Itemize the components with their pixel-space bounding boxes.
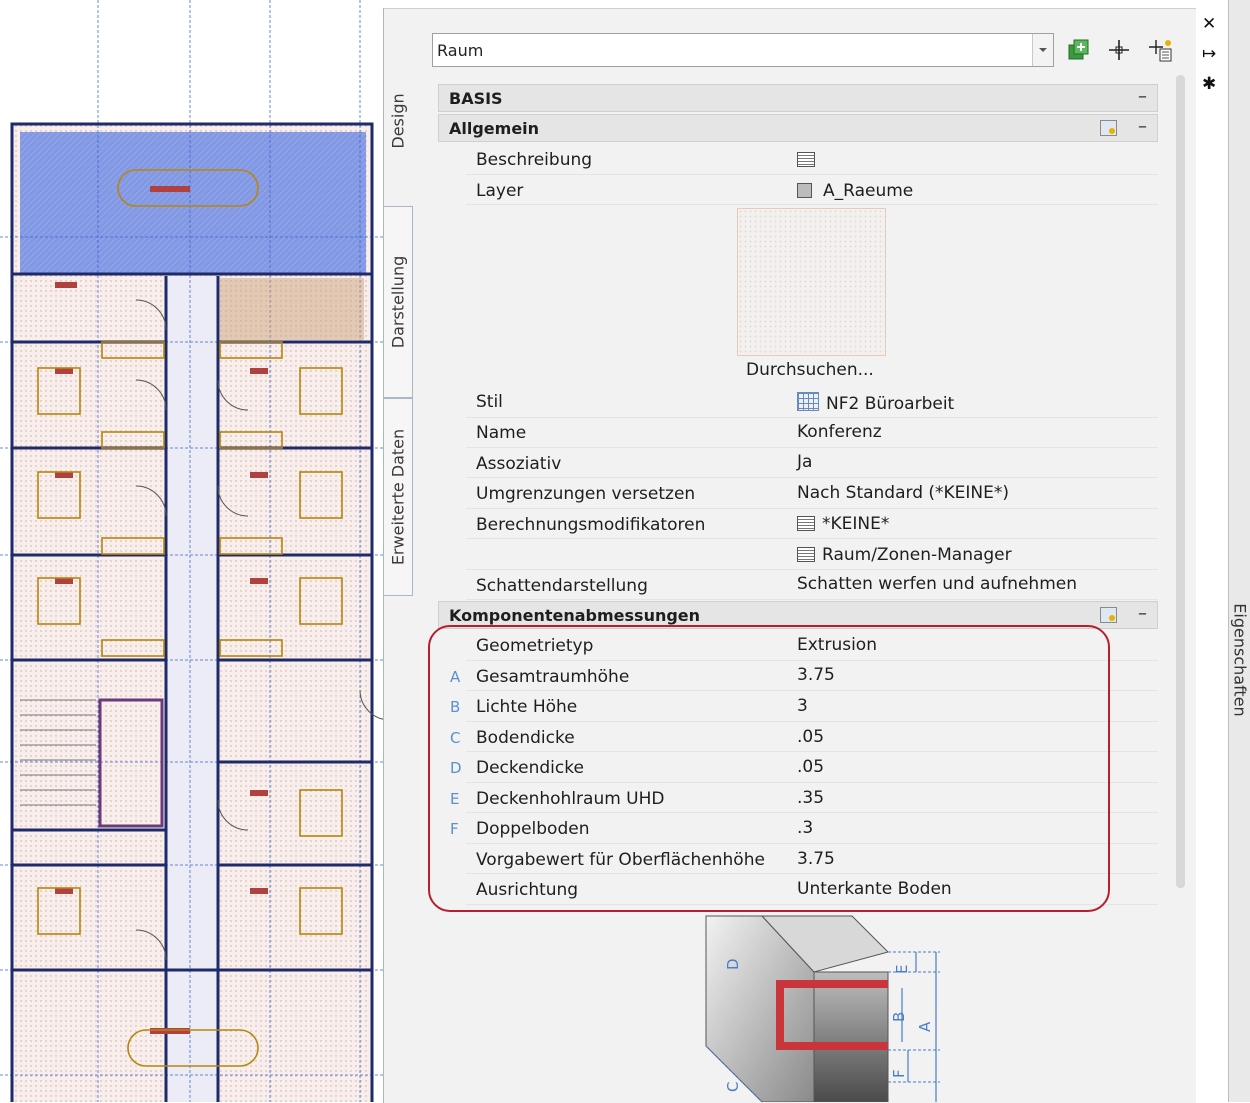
diagram-label: C	[724, 1082, 742, 1092]
section-general[interactable]: Allgemein –	[438, 114, 1158, 142]
list-icon	[797, 547, 815, 562]
dimension-label: Deckendicke	[476, 758, 584, 778]
manager-value[interactable]: Raum/Zonen-Manager	[797, 545, 1012, 565]
dimension-letter: A	[450, 668, 461, 686]
dimension-label: Geometrietyp	[476, 636, 594, 656]
associative-label: Assoziativ	[476, 454, 562, 474]
dimension-value[interactable]: .3	[797, 818, 813, 838]
description-label: Beschreibung	[476, 150, 593, 170]
dimension-letter: E	[450, 790, 460, 808]
dimension-value[interactable]: .35	[797, 788, 824, 808]
diagram-label: B	[890, 1012, 908, 1022]
layer-value[interactable]: A_Raeume	[797, 181, 913, 201]
dimension-letter: F	[450, 820, 459, 838]
name-value[interactable]: Konferenz	[797, 422, 882, 442]
settings-icon[interactable]: ✱	[1202, 74, 1216, 94]
dimension-label: Vorgabewert für Oberflächenhöhe	[476, 850, 765, 870]
dimension-label: Gesamtraumhöhe	[476, 667, 630, 687]
add-style-icon[interactable]	[1064, 36, 1092, 64]
floor-plan-drawing[interactable]	[0, 0, 420, 1102]
select-objects-icon[interactable]	[1105, 36, 1133, 64]
floor-plan-canvas[interactable]	[0, 0, 420, 1102]
diagram-label: F	[890, 1069, 908, 1078]
section-component-dimensions[interactable]: Komponentenabmessungen –	[438, 601, 1158, 629]
associative-value[interactable]: Ja	[797, 452, 812, 472]
section-basis[interactable]: BASIS –	[438, 84, 1158, 112]
dimension-value[interactable]: Extrusion	[797, 635, 877, 655]
browse-link[interactable]: Durchsuchen...	[746, 360, 874, 380]
auto-hide-icon[interactable]: ↦	[1202, 44, 1216, 64]
edit-text-icon	[797, 152, 815, 167]
shadow-label: Schattendarstellung	[476, 576, 648, 596]
name-label: Name	[476, 423, 527, 443]
palette-title-bar[interactable]: Eigenschaften	[1228, 0, 1250, 1102]
dimension-label: Lichte Höhe	[476, 697, 578, 717]
dimension-value[interactable]: Unterkante Boden	[797, 879, 952, 899]
object-type-value: Raum	[437, 41, 484, 60]
lightbulb-icon[interactable]	[1100, 607, 1117, 623]
diagram-label: E	[893, 965, 911, 974]
modifiers-label: Berechnungsmodifikatoren	[476, 515, 706, 535]
shadow-value[interactable]: Schatten werfen und aufnehmen	[797, 574, 1077, 594]
description-value[interactable]	[797, 150, 822, 170]
style-value[interactable]: NF2 Büroarbeit	[797, 392, 954, 414]
collapse-icon[interactable]: –	[1138, 86, 1147, 107]
dimension-letter: C	[450, 729, 461, 747]
dimension-label: Deckenhohlraum UHD	[476, 789, 665, 809]
dimension-value[interactable]: .05	[797, 727, 824, 747]
object-type-select[interactable]: Raum	[432, 33, 1054, 67]
tab-design[interactable]: Design	[384, 60, 413, 182]
quick-select-icon[interactable]	[1146, 36, 1174, 64]
list-icon	[797, 516, 815, 531]
hatch-preview-image	[737, 208, 886, 356]
modifiers-value[interactable]: *KEINE*	[797, 514, 889, 534]
dimension-value[interactable]: .05	[797, 757, 824, 777]
layer-label: Layer	[476, 181, 524, 201]
dimension-letter: D	[450, 759, 462, 777]
diagram-label: D	[724, 958, 742, 970]
tab-extended-data[interactable]: Erweiterte Daten	[384, 398, 413, 596]
lightbulb-icon[interactable]	[1100, 120, 1117, 136]
offset-value[interactable]: Nach Standard (*KEINE*)	[797, 483, 1009, 503]
offset-label: Umgrenzungen versetzen	[476, 484, 696, 504]
layer-color-icon	[797, 183, 812, 198]
dimension-letter: B	[450, 698, 461, 716]
diagram-label: A	[916, 1021, 934, 1032]
palette-title: Eigenschaften	[1230, 603, 1250, 717]
collapse-icon[interactable]: –	[1138, 116, 1147, 137]
dimension-diagram: E D B A F C	[705, 915, 940, 1102]
dimension-label: Ausrichtung	[476, 880, 579, 900]
dimension-label: Doppelboden	[476, 819, 590, 839]
tab-display[interactable]: Darstellung	[384, 206, 413, 398]
dimension-value[interactable]: 3	[797, 696, 808, 716]
dimension-value[interactable]: 3.75	[797, 665, 835, 685]
chevron-down-icon[interactable]	[1032, 34, 1053, 66]
close-icon[interactable]: ✕	[1202, 14, 1216, 34]
dimension-label: Bodendicke	[476, 728, 575, 748]
dimension-value[interactable]: 3.75	[797, 849, 835, 869]
space-style-icon	[797, 392, 819, 411]
collapse-icon[interactable]: –	[1138, 603, 1147, 624]
vertical-scrollbar[interactable]	[1176, 75, 1185, 888]
style-label: Stil	[476, 392, 503, 412]
